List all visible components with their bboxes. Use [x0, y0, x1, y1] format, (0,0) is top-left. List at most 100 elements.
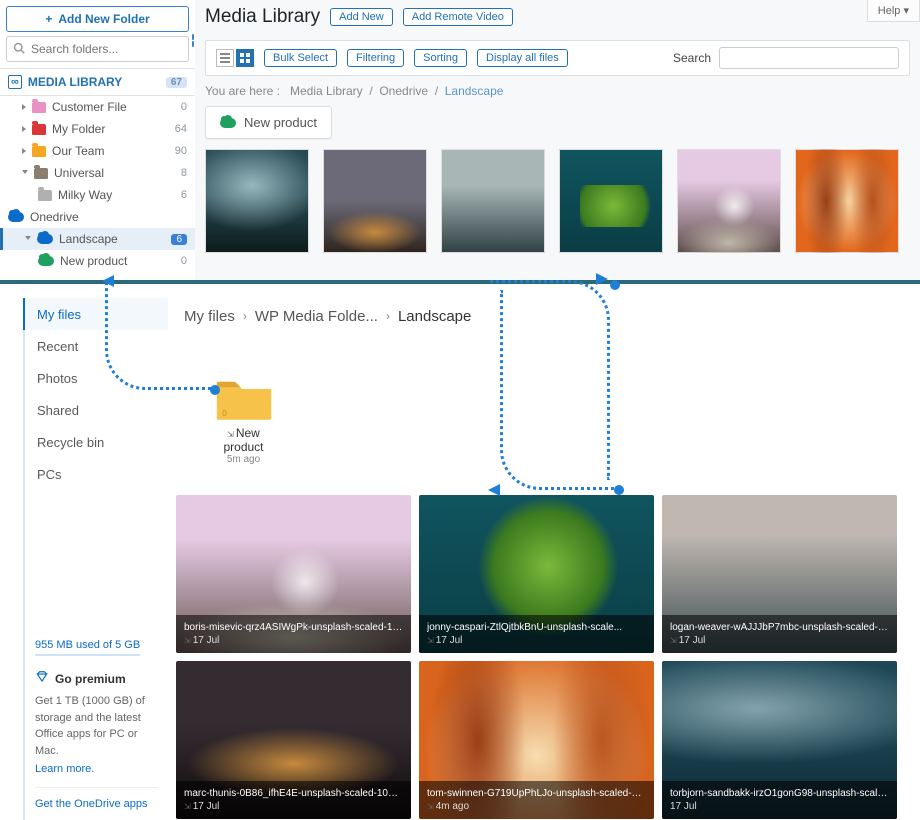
file-overlay: logan-weaver-wAJJJbP7mbc-unsplash-scaled…	[662, 615, 897, 653]
od-nav: My files Recent Photos Shared Recycle bi…	[25, 298, 168, 490]
od-file-grid: boris-misevic-qrz4ASIWgPk-unsplash-scale…	[176, 495, 897, 819]
learn-more-link[interactable]: Learn more.	[35, 763, 158, 775]
onedrive-icon	[38, 256, 54, 266]
nav-pcs[interactable]: PCs	[25, 458, 168, 490]
share-icon: ⇲	[427, 802, 434, 811]
breadcrumb-item[interactable]: My files	[184, 308, 235, 325]
folder-landscape[interactable]: Landscape6	[0, 228, 195, 250]
folder-my-folder[interactable]: My Folder 64	[0, 118, 195, 140]
search-icon	[13, 42, 25, 57]
arrow-head-icon	[102, 275, 114, 287]
chevron-right-icon: ›	[243, 309, 247, 323]
file-overlay: torbjorn-sandbakk-irzO1gonG98-unsplash-s…	[662, 781, 897, 819]
add-remote-video-button[interactable]: Add Remote Video	[403, 8, 513, 26]
od-sidebar: My files Recent Photos Shared Recycle bi…	[23, 298, 168, 820]
onedrive-icon	[220, 118, 236, 128]
folder-label: Onedrive	[30, 210, 79, 224]
nav-my-files[interactable]: My files	[23, 298, 168, 330]
folder-count: 0	[181, 101, 187, 113]
file-card[interactable]: logan-weaver-wAJJJbP7mbc-unsplash-scaled…	[662, 495, 897, 653]
folder-customer-file[interactable]: Customer File 0	[0, 96, 195, 118]
arrow-head-icon	[488, 484, 500, 496]
file-name: boris-misevic-qrz4ASIWgPk-unsplash-scale…	[184, 621, 403, 634]
go-premium[interactable]: Go premium	[35, 670, 158, 687]
collapse-icon	[22, 170, 28, 177]
share-icon: ⇲	[227, 430, 234, 439]
folder-count: 64	[175, 123, 187, 135]
help-label: Help	[878, 5, 901, 17]
nav-photos[interactable]: Photos	[25, 362, 168, 394]
storage-used[interactable]: 955 MB used of 5 GB	[35, 639, 140, 656]
file-card[interactable]: torbjorn-sandbakk-irzO1gonG98-unsplash-s…	[662, 661, 897, 819]
media-search: Search	[673, 47, 899, 69]
folder-search-input[interactable]	[31, 42, 182, 56]
collapse-icon	[25, 236, 31, 243]
file-overlay: boris-misevic-qrz4ASIWgPk-unsplash-scale…	[176, 615, 411, 653]
folder-our-team[interactable]: Our Team90	[0, 140, 195, 162]
folder-label: Customer File	[52, 100, 127, 114]
folder-count: 6	[181, 189, 187, 201]
breadcrumb-item[interactable]: Onedrive	[379, 84, 428, 98]
expand-icon	[22, 126, 26, 132]
folder-label: New product	[60, 254, 127, 268]
sidebar-root-media-library[interactable]: ∞ MEDIA LIBRARY 67	[0, 68, 195, 96]
media-thumb[interactable]	[205, 149, 309, 253]
file-date: 17 Jul	[193, 635, 220, 646]
add-new-button[interactable]: Add New	[330, 8, 393, 26]
display-all-files-button[interactable]: Display all files	[477, 49, 568, 67]
media-library-app: + Add New Folder ∞ MEDIA LIBRARY 67 Cust…	[0, 0, 920, 284]
search-label: Search	[673, 51, 711, 65]
help-tab[interactable]: Help ▾	[867, 0, 920, 22]
breadcrumb-item[interactable]: WP Media Folde...	[255, 308, 378, 325]
media-thumb[interactable]	[677, 149, 781, 253]
onedrive-icon	[37, 234, 53, 244]
file-date: 17 Jul	[679, 635, 706, 646]
media-thumb[interactable]	[323, 149, 427, 253]
folder-count: 8	[181, 167, 187, 179]
folder-milky-way[interactable]: Milky Way 6	[0, 184, 195, 206]
sorting-button[interactable]: Sorting	[414, 49, 467, 67]
breadcrumb-item[interactable]: Media Library	[290, 84, 363, 98]
file-overlay: tom-swinnen-G719UpPhLJo-unsplash-scaled-…	[419, 781, 654, 819]
media-thumb[interactable]	[559, 149, 663, 253]
share-icon: ⇲	[184, 636, 191, 645]
onedrive-app: My files Recent Photos Shared Recycle bi…	[23, 298, 897, 820]
expand-icon	[22, 104, 26, 110]
media-thumb[interactable]	[795, 149, 899, 253]
premium-label: Go premium	[55, 672, 126, 686]
folder-chip-new-product[interactable]: New product	[205, 106, 332, 139]
nav-recycle-bin[interactable]: Recycle bin	[25, 426, 168, 458]
get-apps-link[interactable]: Get the OneDrive apps	[35, 787, 158, 810]
sidebar-drag-handle[interactable]	[190, 30, 196, 50]
expand-icon	[22, 148, 26, 154]
view-grid-icon[interactable]	[236, 49, 254, 67]
add-new-folder-button[interactable]: + Add New Folder	[6, 6, 189, 32]
file-overlay: jonny-caspari-ZtlQjtbkBnU-unsplash-scale…	[419, 615, 654, 653]
file-card[interactable]: tom-swinnen-G719UpPhLJo-unsplash-scaled-…	[419, 661, 654, 819]
add-folder-label: Add New Folder	[58, 12, 149, 26]
filtering-button[interactable]: Filtering	[347, 49, 404, 67]
folder-search[interactable]	[6, 36, 189, 62]
folder-chip-label: New product	[244, 115, 317, 130]
folder-onedrive[interactable]: Onedrive	[0, 206, 195, 228]
file-card[interactable]: marc-thunis-0B86_ifhE4E-unsplash-scaled-…	[176, 661, 411, 819]
bulk-select-button[interactable]: Bulk Select	[264, 49, 337, 67]
od-sidebar-footer: 955 MB used of 5 GB Go premium Get 1 TB …	[25, 629, 168, 820]
view-list-icon[interactable]	[216, 49, 234, 67]
ml-main: Help ▾ Media Library Add New Add Remote …	[195, 0, 920, 280]
folder-new-product[interactable]: New product0	[0, 250, 195, 272]
nav-recent[interactable]: Recent	[25, 330, 168, 362]
folder-icon: 0	[215, 374, 273, 422]
file-card[interactable]: boris-misevic-qrz4ASIWgPk-unsplash-scale…	[176, 495, 411, 653]
folder-label: Milky Way	[58, 188, 112, 202]
folder-universal[interactable]: Universal 8	[0, 162, 195, 184]
folder-label: Universal	[54, 166, 104, 180]
folder-label: Our Team	[52, 144, 104, 158]
share-icon: ⇲	[184, 802, 191, 811]
file-card[interactable]: jonny-caspari-ZtlQjtbkBnU-unsplash-scale…	[419, 495, 654, 653]
breadcrumb-current: Landscape	[445, 84, 504, 98]
folder-label: My Folder	[52, 122, 105, 136]
media-thumb[interactable]	[441, 149, 545, 253]
media-search-input[interactable]	[719, 47, 899, 69]
nav-shared[interactable]: Shared	[25, 394, 168, 426]
